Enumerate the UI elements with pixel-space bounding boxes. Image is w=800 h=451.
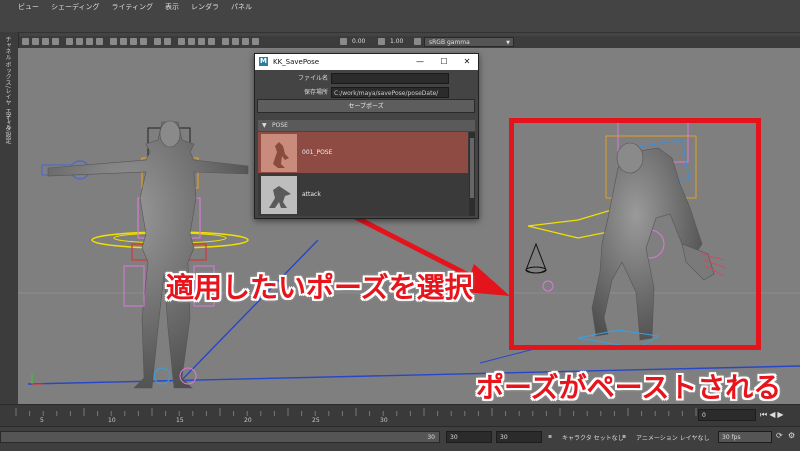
window-titlebar[interactable]: M KK_SavePose — ☐ ✕ xyxy=(255,54,478,70)
panel-menu: ビュー シェーディング ライティング 表示 レンダラ パネル xyxy=(18,2,252,12)
view-transform-select[interactable]: sRGB gamma ▼ xyxy=(424,37,514,47)
gamma-icon[interactable] xyxy=(378,38,385,45)
loop-icon[interactable]: ⟳ xyxy=(776,431,783,440)
pose-section-label: POSE xyxy=(272,122,288,129)
fps-select[interactable]: 30 fps xyxy=(718,431,772,443)
menu-view[interactable]: ビュー xyxy=(18,2,39,12)
resolution-gate-icon[interactable] xyxy=(86,38,93,45)
xray-icon[interactable] xyxy=(188,38,195,45)
save-pose-button[interactable]: セーブポーズ xyxy=(257,99,475,113)
timeline-tick-label: 25 xyxy=(312,417,320,424)
exposure-field[interactable]: 0.00 xyxy=(352,37,365,47)
ambient-occlusion-icon[interactable] xyxy=(222,38,229,45)
timeline-ticks xyxy=(15,408,697,416)
menu-renderer[interactable]: レンダラ xyxy=(191,2,219,12)
timeline-tick-label: 5 xyxy=(40,417,44,424)
timeline-tick-label: 10 xyxy=(108,417,116,424)
window-title: KK_SavePose xyxy=(273,58,320,66)
isolate-select-icon[interactable] xyxy=(178,38,185,45)
tool-settings-tab[interactable]: ツール 設定 xyxy=(3,112,12,144)
collapse-triangle-icon: ▼ xyxy=(262,122,267,129)
pose-list: 001_POSE attack xyxy=(258,132,475,216)
pose-thumbnail-icon xyxy=(261,134,297,172)
playback-controls-icon[interactable]: ⏮◀▶ xyxy=(760,410,786,420)
use-all-lights-icon[interactable] xyxy=(154,38,161,45)
scrollbar-thumb[interactable] xyxy=(470,138,474,198)
xray-joints-icon[interactable] xyxy=(198,38,205,45)
anti-aliasing-icon[interactable] xyxy=(242,38,249,45)
camera-attributes-icon[interactable] xyxy=(32,38,39,45)
wireframe-icon[interactable] xyxy=(110,38,117,45)
filename-row: ファイル名 xyxy=(255,73,478,85)
fps-value: 30 fps xyxy=(722,434,741,441)
pose-item-selected[interactable]: 001_POSE xyxy=(258,132,468,173)
chevron-down-icon: ▼ xyxy=(506,40,510,46)
world-axis-line xyxy=(479,347,539,364)
timeline-tick-label: 20 xyxy=(244,417,252,424)
range-end-value: 30 xyxy=(427,434,435,441)
gamma-field[interactable]: 1.00 xyxy=(390,37,403,47)
save-pose-window: M KK_SavePose — ☐ ✕ ファイル名 保存場所 C:/work/m… xyxy=(254,53,479,219)
savepath-row: 保存場所 C:/work/maya/savePose/poseDate/ xyxy=(255,87,478,99)
highlight-box xyxy=(509,118,761,350)
filename-input[interactable] xyxy=(331,73,449,84)
color-management-icon[interactable] xyxy=(414,38,421,45)
pose-thumbnail-icon xyxy=(261,176,297,214)
shadows-icon[interactable] xyxy=(164,38,171,45)
gate-mask-icon[interactable] xyxy=(96,38,103,45)
t-pose-character[interactable] xyxy=(41,120,249,389)
motion-blur-icon[interactable] xyxy=(232,38,239,45)
timeline-tick-label: 30 xyxy=(380,417,388,424)
view-transform-value: sRGB gamma xyxy=(429,39,470,46)
range-slider: 30 30 30 ▪ キャラクタ セットなし ▪ アニメーション レイヤなし 3… xyxy=(0,426,800,451)
pose-item[interactable]: attack xyxy=(258,174,468,215)
current-frame-field[interactable]: 0 xyxy=(698,409,756,421)
image-plane-icon[interactable] xyxy=(52,38,59,45)
menu-bar: ビュー シェーディング ライティング 表示 レンダラ パネル xyxy=(0,0,800,33)
left-tab-strip: チャネル ボックス/レイヤ エディタ ツール 設定 xyxy=(0,32,19,404)
exposure-icon[interactable] xyxy=(340,38,347,45)
maya-logo-icon: M xyxy=(259,57,268,66)
savepath-label: 保存場所 xyxy=(303,89,328,96)
world-z-axis xyxy=(177,239,319,385)
menu-shading[interactable]: シェーディング xyxy=(51,2,100,12)
filename-label: ファイル名 xyxy=(297,75,328,82)
playback-end-field[interactable]: 30 xyxy=(496,431,542,443)
select-camera-icon[interactable] xyxy=(22,38,29,45)
xray-components-icon[interactable] xyxy=(208,38,215,45)
menu-show[interactable]: 表示 xyxy=(165,2,179,12)
select-pose-caption: 適用したいポーズを選択 xyxy=(166,271,473,304)
close-button[interactable]: ✕ xyxy=(460,55,474,69)
menu-panels[interactable]: パネル xyxy=(231,2,252,12)
range-end-field[interactable]: 30 xyxy=(446,431,492,443)
pose-list-scrollbar[interactable] xyxy=(469,132,475,216)
character-set-select[interactable]: キャラクタ セットなし xyxy=(562,433,624,442)
smooth-shade-icon[interactable] xyxy=(120,38,127,45)
default-material-icon[interactable] xyxy=(130,38,137,45)
pose-section-header[interactable]: ▼ POSE xyxy=(258,120,475,131)
menu-lighting[interactable]: ライティング xyxy=(112,2,153,12)
timeline-tick-label: 15 xyxy=(176,417,184,424)
textured-icon[interactable] xyxy=(140,38,147,45)
character-set-icon: ▪ xyxy=(548,433,553,440)
view-axis-indicator xyxy=(31,374,44,385)
pose-pasted-caption: ポーズがペーストされる xyxy=(476,371,782,404)
settings-icon[interactable]: ⚙ xyxy=(788,431,795,440)
grid-icon[interactable] xyxy=(66,38,73,45)
bookmark-icon[interactable] xyxy=(42,38,49,45)
minimize-button[interactable]: — xyxy=(413,55,427,69)
range-slider-bar[interactable]: 30 xyxy=(0,431,440,443)
film-gate-icon[interactable] xyxy=(76,38,83,45)
pose-name: 001_POSE xyxy=(302,149,333,156)
maximize-button[interactable]: ☐ xyxy=(437,55,451,69)
pose-name: attack xyxy=(302,191,321,198)
anim-layer-icon: ▪ xyxy=(622,433,627,440)
anim-layer-select[interactable]: アニメーション レイヤなし xyxy=(636,433,710,442)
depth-of-field-icon[interactable] xyxy=(252,38,259,45)
savepath-input[interactable]: C:/work/maya/savePose/poseDate/ xyxy=(331,87,449,98)
time-slider[interactable]: 5 10 15 20 25 30 0 ⏮◀▶ xyxy=(0,404,800,427)
